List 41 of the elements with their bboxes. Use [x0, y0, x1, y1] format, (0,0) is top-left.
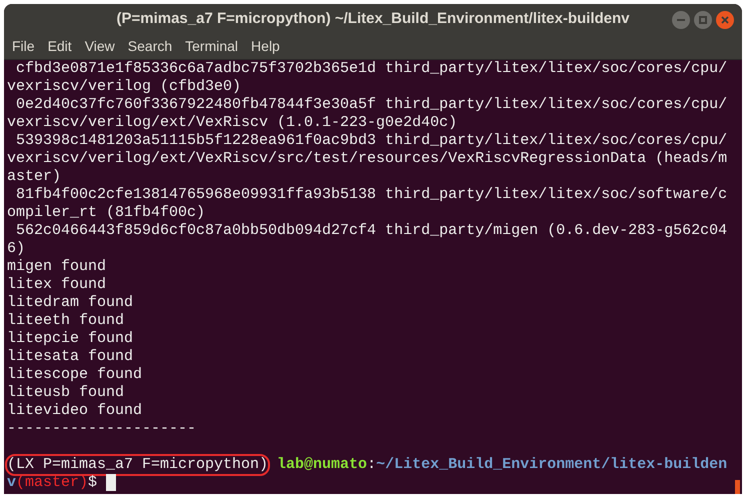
- output-line: litesata found: [7, 348, 134, 365]
- output-line: 562c0466443f859d6cf0c87a0bb50db094d27cf4 third_party/migen (0.6.dev-283-g562c04: [15, 222, 728, 239]
- menu-item[interactable]: Edit: [48, 36, 72, 57]
- menu-item[interactable]: Terminal: [185, 36, 238, 57]
- output-line: 81fb4f00c2cfe13814765968e09931ffa93b5138 third_party/litex/litex/soc/software/c: [15, 186, 728, 203]
- prompt-text: ~/Litex_Build_Environment/litex-builden: [376, 456, 728, 474]
- cursor: [106, 474, 116, 491]
- close-icon: [721, 16, 729, 24]
- prompt-text: (master): [16, 474, 88, 492]
- output-line: 6): [7, 240, 26, 257]
- window-title: (P=mimas_a7 F=micropython) ~/Litex_Build_Environment/litex-buildenv: [116, 8, 630, 29]
- menu-item[interactable]: Help: [251, 36, 280, 57]
- prompt-text: v: [7, 474, 16, 492]
- output-line: litevideo found: [7, 402, 142, 419]
- output-line: liteeth found: [7, 312, 124, 329]
- scrollbar[interactable]: [735, 480, 740, 494]
- output-line: litepcie found: [7, 330, 134, 347]
- close-button[interactable]: [716, 11, 734, 29]
- prompt-text: lab@numato: [277, 456, 368, 474]
- output-line: vexriscv/verilog/ext/VexRiscv (1.0.1-223-g0e2d40c): [7, 114, 458, 131]
- output-line: aster): [7, 168, 62, 185]
- menu-item[interactable]: Search: [128, 36, 172, 57]
- output-line: cfbd3e0871e1f85336c6a7adbc75f3702b365e1d third_party/litex/litex/soc/cores/cpu/: [15, 60, 728, 77]
- menu-item[interactable]: View: [84, 36, 115, 57]
- highlighted-prompt-text: (LX P=mimas_a7 F=micropython): [7, 456, 268, 474]
- prompt-text: :: [367, 456, 376, 474]
- menu-item[interactable]: File: [12, 36, 35, 57]
- output-line: liteusb found: [7, 384, 124, 401]
- output-line: vexriscv/verilog/ext/VexRiscv/src/test/resources/VexRiscvRegressionData (heads/m: [7, 150, 728, 167]
- output-line: 539398c1481203a51115b5f1228ea961f0ac9bd3 third_party/litex/litex/soc/cores/cpu/: [15, 132, 728, 149]
- output-line: ---------------------: [7, 420, 196, 437]
- output-line: litedram found: [7, 294, 134, 311]
- minimize-button[interactable]: [672, 11, 690, 29]
- output-line: ompiler_rt (81fb4f00c): [7, 204, 206, 221]
- output-line: litex found: [7, 276, 106, 293]
- output-line: vexriscv/verilog (cfbd3e0): [7, 78, 242, 95]
- maximize-button[interactable]: [694, 11, 712, 29]
- output-line: 0e2d40c37fc760f3367922480fb47844f3e30a5f third_party/litex/litex/soc/cores/cpu/: [15, 96, 728, 113]
- output-line: migen found: [7, 258, 106, 275]
- output-line: litescope found: [7, 366, 142, 383]
- prompt-text: $: [88, 474, 98, 492]
